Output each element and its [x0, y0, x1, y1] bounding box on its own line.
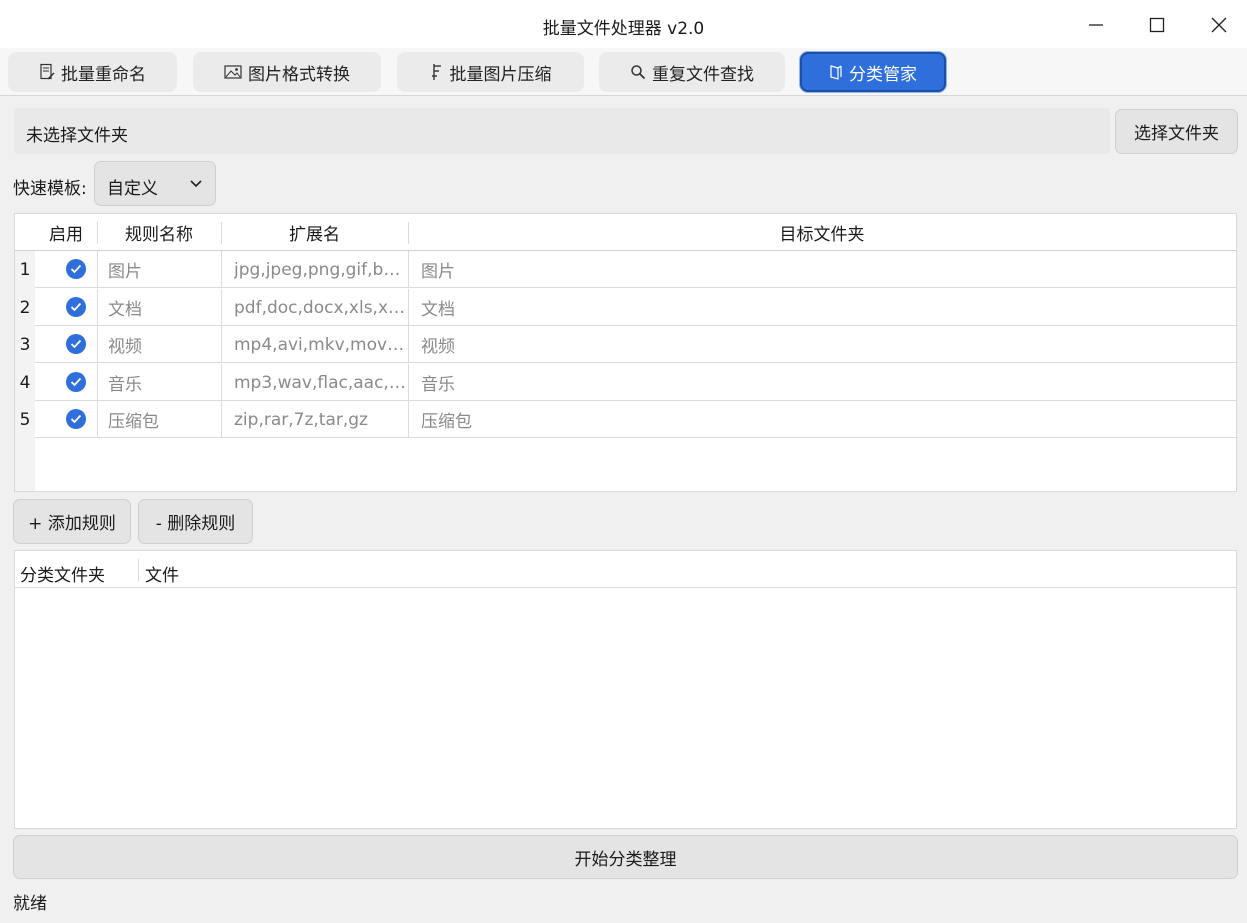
tab-label: 重复文件查找 [652, 64, 754, 85]
folder-icon [829, 64, 843, 80]
rules-table-header: 启用 规则名称 扩展名 目标文件夹 [15, 214, 1236, 251]
rule-name-cell[interactable]: 文档 [108, 289, 220, 326]
header-rule-name[interactable]: 规则名称 [97, 214, 221, 251]
row-number: 3 [15, 326, 35, 363]
table-row[interactable]: 2 文档 pdf,doc,docx,xls,x… 文档 [15, 289, 1236, 326]
tab-bar: 批量重命名 图片格式转换 批量图片压缩 重复文件查找 分类管家 [0, 48, 1247, 96]
row-number: 4 [15, 364, 35, 401]
maximize-icon [1149, 17, 1165, 33]
target-folder-cell[interactable]: 压缩包 [421, 401, 1221, 438]
header-target-folder[interactable]: 目标文件夹 [408, 214, 1236, 251]
rule-name-cell[interactable]: 压缩包 [108, 401, 220, 438]
add-rule-button[interactable]: + 添加规则 [13, 499, 131, 544]
image-icon [224, 64, 242, 80]
template-select[interactable]: 自定义 [94, 161, 216, 206]
window-title: 批量文件处理器 v2.0 [542, 19, 705, 39]
extension-cell[interactable]: jpg,jpeg,png,gif,b… [234, 251, 409, 288]
close-icon [1211, 17, 1227, 33]
rules-table: 启用 规则名称 扩展名 目标文件夹 1 图片 jpg,jpeg,png,gif,… [14, 213, 1237, 492]
extension-cell[interactable]: zip,rar,7z,tar,gz [234, 401, 409, 438]
search-icon [630, 64, 646, 80]
header-files[interactable]: 文件 [145, 561, 179, 586]
select-folder-button[interactable]: 选择文件夹 [1115, 109, 1238, 154]
rename-doc-icon [39, 63, 55, 81]
table-row[interactable]: 5 压缩包 zip,rar,7z,tar,gz 压缩包 [15, 401, 1236, 438]
enabled-checkbox[interactable] [66, 372, 86, 392]
extension-cell[interactable]: pdf,doc,docx,xls,x… [234, 289, 409, 326]
header-extension[interactable]: 扩展名 [221, 214, 408, 251]
minimize-icon [1089, 24, 1103, 26]
target-folder-cell[interactable]: 音乐 [421, 364, 1221, 401]
template-selected-value: 自定义 [107, 179, 158, 199]
tab-image-convert[interactable]: 图片格式转换 [193, 52, 381, 92]
tab-classify-manager[interactable]: 分类管家 [800, 52, 946, 92]
tab-label: 批量图片压缩 [449, 64, 552, 85]
delete-rule-button[interactable]: - 删除规则 [138, 499, 253, 544]
extension-cell[interactable]: mp3,wav,flac,aac,… [234, 364, 409, 401]
result-table-header: 分类文件夹 文件 [15, 551, 1236, 588]
chevron-down-icon [189, 175, 203, 195]
enabled-checkbox[interactable] [66, 297, 86, 317]
row-number: 1 [15, 251, 35, 288]
title-bar: 批量文件处理器 v2.0 [0, 0, 1247, 48]
folder-path-display: 未选择文件夹 [14, 108, 1110, 154]
target-folder-cell[interactable]: 文档 [421, 289, 1221, 326]
rule-name-cell[interactable]: 音乐 [108, 364, 220, 401]
classification-result-table[interactable]: 分类文件夹 文件 [14, 550, 1237, 829]
maximize-button[interactable] [1137, 8, 1177, 42]
header-enabled[interactable]: 启用 [35, 214, 97, 251]
table-row[interactable]: 3 视频 mp4,avi,mkv,mov… 视频 [15, 326, 1236, 363]
row-number: 2 [15, 289, 35, 326]
extension-cell[interactable]: mp4,avi,mkv,mov… [234, 326, 409, 363]
tab-batch-rename[interactable]: 批量重命名 [8, 52, 177, 92]
status-text: 就绪 [13, 894, 47, 914]
header-category-folder[interactable]: 分类文件夹 [20, 561, 105, 586]
rule-name-cell[interactable]: 图片 [108, 251, 220, 288]
target-folder-cell[interactable]: 图片 [421, 251, 1221, 288]
enabled-checkbox[interactable] [66, 259, 86, 279]
table-row[interactable]: 1 图片 jpg,jpeg,png,gif,b… 图片 [15, 251, 1236, 288]
tab-image-compress[interactable]: 批量图片压缩 [397, 52, 584, 92]
tab-label: 图片格式转换 [248, 64, 350, 85]
rule-name-cell[interactable]: 视频 [108, 326, 220, 363]
tab-duplicate-finder[interactable]: 重复文件查找 [599, 52, 785, 92]
minimize-button[interactable] [1076, 8, 1116, 42]
start-classify-button[interactable]: 开始分类整理 [13, 835, 1238, 879]
row-number: 5 [15, 401, 35, 438]
enabled-checkbox[interactable] [66, 409, 86, 429]
table-row[interactable]: 4 音乐 mp3,wav,flac,aac,… 音乐 [15, 364, 1236, 401]
enabled-checkbox[interactable] [66, 334, 86, 354]
close-button[interactable] [1199, 8, 1239, 42]
folder-path-text: 未选择文件夹 [26, 126, 128, 146]
template-label: 快速模板: [13, 179, 87, 199]
tab-label: 批量重命名 [61, 64, 146, 85]
target-folder-cell[interactable]: 视频 [421, 326, 1221, 363]
compress-icon [430, 63, 444, 81]
tab-label: 分类管家 [849, 64, 917, 85]
